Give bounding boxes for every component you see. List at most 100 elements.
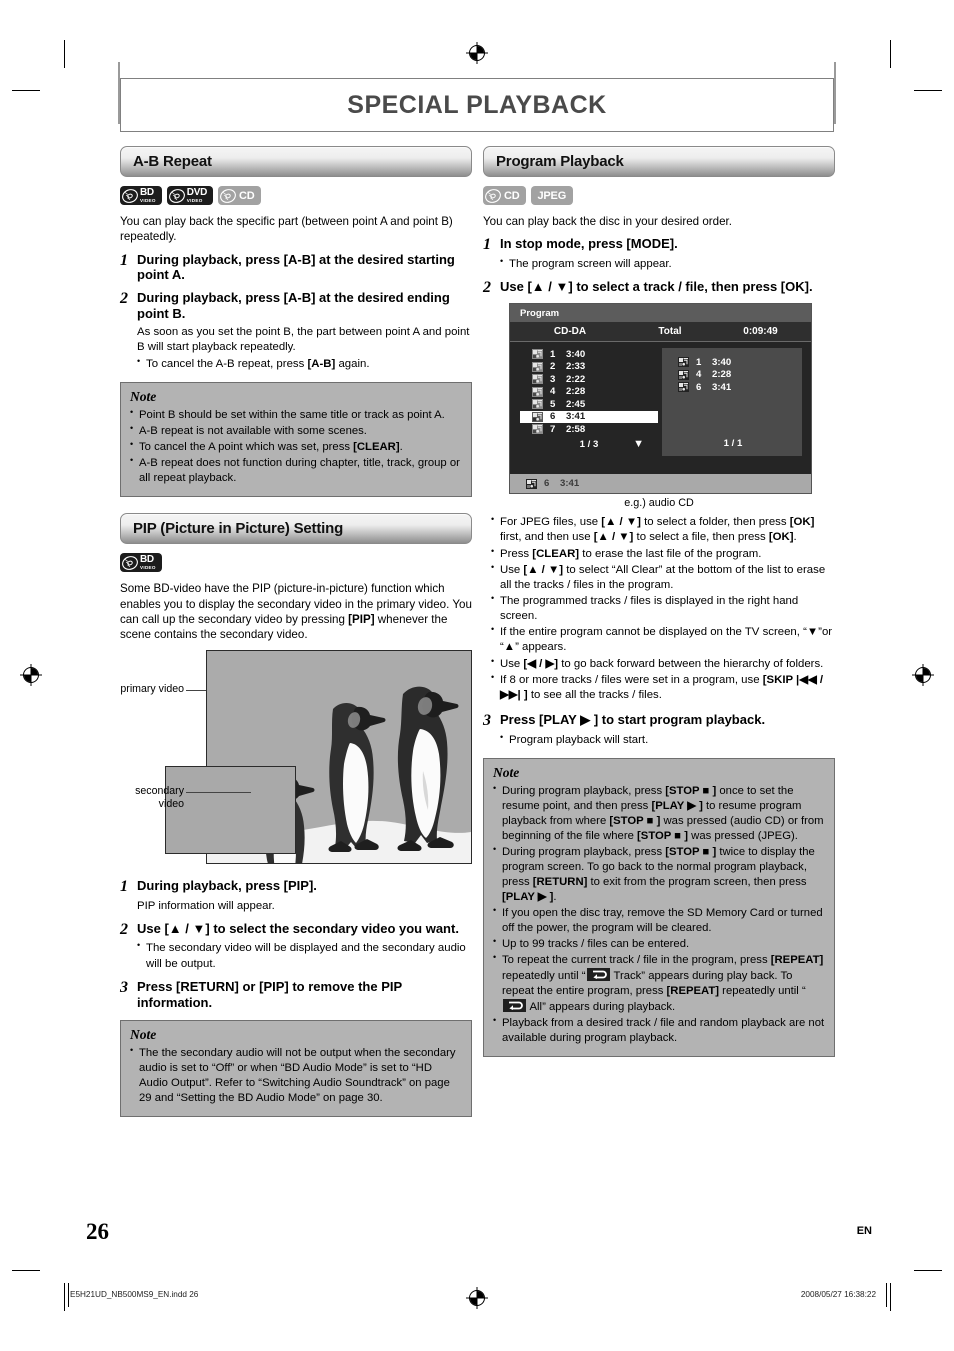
program-step-1: 1 In stop mode, press [MODE].: [483, 236, 835, 254]
track-number: 4: [696, 369, 702, 381]
osd-title-bar: Program: [510, 304, 811, 323]
note-list: The the secondary audio will not be outp…: [130, 1045, 462, 1106]
cd-badge-text: CD: [239, 189, 255, 202]
step-text: In stop mode, press [MODE].: [500, 236, 678, 252]
track-number: 6: [696, 381, 702, 393]
list-item[interactable]: 4 2:28: [520, 386, 658, 399]
list-item[interactable]: 2 2:33: [520, 361, 658, 374]
crop-mark-bottom-right: [890, 1283, 891, 1311]
track-number: 5: [550, 398, 556, 410]
section-header-program-playback: Program Playback: [483, 146, 835, 177]
note-list: Point B should be set within the same ti…: [130, 407, 462, 486]
list-item: Use [▲ / ▼] to select “All Clear” at the…: [491, 562, 835, 593]
list-item-selected[interactable]: 6 3:41: [520, 410, 658, 424]
program-step-2: 2 Use [▲ / ▼] to select a track / file, …: [483, 279, 835, 297]
label-secondary-video: secondary video: [120, 785, 251, 811]
step-text: During playback, press [A-B] at the desi…: [137, 290, 450, 322]
pip-step-2-bullets: The secondary video will be displayed an…: [137, 940, 472, 971]
footer-timestamp: 2008/05/27 16:38:22: [800, 1290, 876, 1299]
list-item[interactable]: 3 2:22: [520, 373, 658, 386]
cd-badge: CD: [483, 186, 526, 205]
list-item: Program playback will start.: [500, 731, 835, 748]
page-title-box: SPECIAL PLAYBACK: [120, 78, 834, 132]
track-time: 3:40: [566, 348, 586, 360]
bd-video-badge: BD VIDEO: [120, 186, 162, 205]
ab-repeat-step-2-bullets: To cancel the A-B repeat, press [A-B] ag…: [137, 356, 472, 372]
music-track-icon: [532, 424, 543, 435]
list-item: During program playback, press [STOP ■ ]…: [493, 783, 825, 844]
section-title-program-playback: Program Playback: [496, 153, 624, 170]
section-title-pip: PIP (Picture in Picture) Setting: [133, 520, 344, 538]
registration-mark-right: [912, 664, 934, 686]
track-time: 3:41: [560, 478, 580, 490]
crop-mark-right-bottom: [914, 1270, 942, 1271]
section-header-pip: PIP (Picture in Picture) Setting: [120, 513, 472, 545]
list-item[interactable]: 5 2:45: [520, 398, 658, 411]
list-item: The secondary video will be displayed an…: [137, 940, 472, 971]
music-track-icon: [532, 374, 543, 385]
program-screen-figure: Program CD-DA Total 0:09:49 1 3:40 2 2:3…: [509, 303, 812, 495]
track-number: 1: [696, 356, 702, 368]
list-item[interactable]: 7 2:58: [520, 423, 658, 436]
disc-icon: [485, 188, 501, 203]
list-item: To cancel the A point which was set, pre…: [130, 439, 462, 455]
osd-program-list: 1 3:40 4 2:28 6 3:41 1 / 1: [662, 348, 802, 457]
track-time: 2:28: [566, 386, 586, 398]
track-number: 4: [550, 386, 556, 398]
language-mark: EN: [856, 1225, 872, 1237]
list-item[interactable]: 1 3:40: [678, 356, 802, 369]
music-track-icon: [532, 361, 543, 372]
bd-video-badge-text: BD VIDEO: [140, 186, 156, 203]
list-item: Playback from a desired track / file and…: [493, 1015, 825, 1046]
osd-status-bar: 6 3:41: [510, 474, 811, 494]
osd-total-time: 0:09:49: [743, 326, 778, 338]
list-item: Point B should be set within the same ti…: [130, 407, 462, 423]
music-track-icon: [532, 386, 543, 397]
program-step-3: 3 Press [PLAY ▶ ] to start program playb…: [483, 712, 835, 730]
list-item: The programmed tracks / files is display…: [491, 593, 835, 624]
list-item[interactable]: 1 3:40: [520, 348, 658, 361]
page-indicator: 1 / 3: [579, 438, 599, 450]
step-text: Press [PLAY ▶ ] to start program playbac…: [500, 712, 766, 728]
track-time: 2:33: [566, 361, 586, 373]
step-number: 2: [120, 920, 128, 938]
list-item: A-B repeat is not available with some sc…: [130, 423, 462, 439]
step-number: 3: [483, 712, 491, 730]
ab-repeat-intro: You can play back the specific part (bet…: [120, 215, 453, 244]
step-text: During playback, press [A-B] at the desi…: [137, 251, 455, 283]
osd-track-list: 1 3:40 2 2:33 3 2:22 4 2:28 5 2:45 6 3:4…: [510, 348, 658, 456]
list-item[interactable]: 6 3:41: [678, 381, 802, 394]
badges-ab-repeat: BD VIDEO DVD VIDEO CD: [120, 186, 472, 205]
track-time: 2:28: [712, 369, 732, 381]
pip-figure: primary video secondary video: [120, 649, 472, 866]
disc-icon: [168, 188, 185, 203]
bd-video-badge-text: BD VIDEO: [140, 554, 156, 571]
note-heading: Note: [130, 1027, 157, 1043]
chevron-down-icon[interactable]: ▼: [633, 438, 644, 450]
track-number: 7: [550, 423, 556, 435]
pip-step-2: 2 Use [▲ / ▼] to select the secondary vi…: [120, 921, 472, 939]
list-item: If the entire program cannot be displaye…: [491, 624, 835, 655]
music-track-icon: [532, 349, 543, 360]
crop-mark-top-left: [64, 40, 65, 68]
music-track-icon: [678, 369, 689, 380]
right-column: Program Playback CD JPEG You can play ba…: [483, 146, 835, 1057]
jpeg-badge: JPEG: [530, 186, 574, 205]
step-number: 1: [120, 877, 128, 895]
list-item: Use [◀ / ▶] to go back forward between t…: [491, 656, 835, 672]
step-number: 3: [120, 978, 128, 996]
ab-repeat-step-2: 2 During playback, press [A-B] at the de…: [120, 290, 472, 322]
dvd-video-badge: DVD VIDEO: [166, 186, 214, 205]
page-number: 26: [86, 1219, 109, 1244]
disc-icon: [122, 188, 138, 203]
track-time: 2:45: [566, 398, 586, 410]
track-time: 2:22: [566, 373, 586, 385]
music-track-icon: [678, 357, 689, 368]
secondary-video-frame: [165, 765, 296, 854]
track-time: 3:41: [566, 411, 586, 423]
note-heading: Note: [493, 764, 520, 780]
list-item-repeat: To repeat the current track / file in th…: [493, 952, 825, 1015]
page-indicator: 1 / 1: [723, 437, 743, 449]
list-item[interactable]: 4 2:28: [678, 369, 802, 382]
page-title: SPECIAL PLAYBACK: [347, 90, 607, 119]
